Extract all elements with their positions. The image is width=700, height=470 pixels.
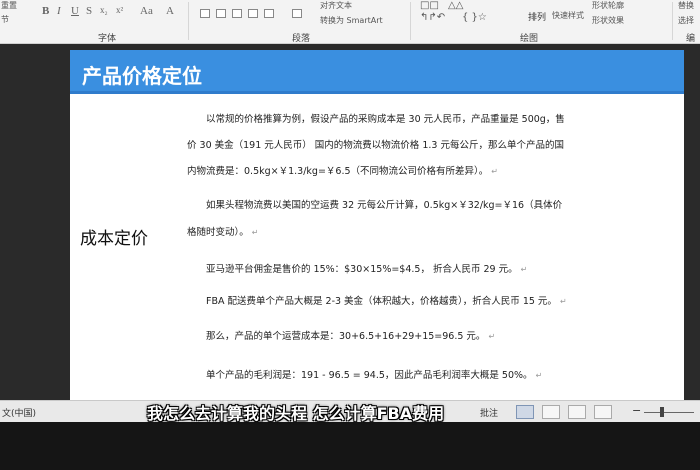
paragraph-line[interactable]: 内物流费是：0.5kg×￥1.3/kg=￥6.5（不同物流公司价格有所差异）。 … [187, 164, 498, 179]
return-mark: ↵ [251, 228, 259, 237]
slideshow-icon[interactable] [594, 405, 612, 419]
return-mark: ↵ [520, 265, 528, 274]
bold-button[interactable]: B [42, 5, 49, 17]
document-area: 产品价格定位 成本定价 以常规的价格推算为例，假设产品的采购成本是 30 元人民… [0, 44, 700, 400]
brace-shape-icon[interactable]: { }☆ [462, 12, 487, 23]
ribbon: 重置 节 B I U S x₂ x² Aa A 对齐文本 转换为 SmartAr… [0, 0, 700, 44]
group-label-font: 字体 [98, 34, 117, 44]
triangle-shape-icon[interactable]: △△ [448, 0, 463, 11]
zoom-slider-thumb[interactable] [660, 407, 664, 417]
video-caption: 我怎么去计算我的头程 怎么计算FBA费用 [147, 404, 445, 423]
section-button[interactable]: 节 [1, 14, 9, 25]
font-color-button[interactable]: A [166, 5, 174, 17]
group-label-edit: 编 [686, 34, 696, 44]
return-mark: ↵ [559, 297, 567, 306]
side-label[interactable]: 成本定价 [80, 224, 148, 249]
paragraph-line[interactable]: 亚马逊平台佣金是售价的 15%：$30×15%=$4.5， 折合人民币 29 元… [206, 262, 527, 277]
rectangle-shape-icon[interactable]: □□ [420, 0, 439, 11]
italic-button[interactable]: I [57, 5, 61, 17]
superscript-button[interactable]: x² [116, 5, 123, 15]
ribbon-divider [188, 2, 189, 40]
paragraph-line[interactable]: 价 30 美金（191 元人民币） 国内的物流费以物流价格 1.3 元每公斤，那… [187, 138, 564, 153]
normal-view-icon[interactable] [516, 405, 534, 419]
smartart-button[interactable]: 转换为 SmartArt [320, 15, 383, 26]
title-bar: 产品价格定位 [70, 50, 684, 94]
slide-page[interactable]: 产品价格定位 成本定价 以常规的价格推算为例，假设产品的采购成本是 30 元人民… [70, 50, 684, 400]
paragraph-line[interactable]: 单个产品的毛利润是：191 - 96.5 = 94.5，因此产品毛利润率大概是 … [206, 368, 542, 383]
reading-view-icon[interactable] [568, 405, 586, 419]
slide-sorter-icon[interactable] [542, 405, 560, 419]
bottom-backdrop [0, 422, 700, 470]
return-mark: ↵ [488, 332, 496, 341]
text-direction-icon[interactable] [292, 9, 302, 18]
shape-effect-button[interactable]: 形状效果 [592, 15, 624, 26]
quick-style-button[interactable]: 快速样式 [552, 10, 584, 21]
comments-button[interactable]: 批注 [480, 406, 498, 419]
zoom-slider-track[interactable] [644, 412, 694, 413]
paragraph-line[interactable]: 如果头程物流费以美国的空运费 32 元每公斤计算，0.5kg×￥32/kg=￥1… [206, 198, 562, 213]
paragraph-line[interactable]: FBA 配送费单个产品大概是 2-3 美金（体积越大，价格越贵），折合人民币 1… [206, 294, 567, 309]
group-label-paragraph: 段落 [292, 34, 311, 44]
paragraph-line[interactable]: 格随时变动）。 ↵ [187, 225, 259, 240]
group-label-drawing: 绘图 [520, 34, 539, 44]
paragraph-line[interactable]: 以常规的价格推算为例，假设产品的采购成本是 30 元人民币，产品重量是 500g… [206, 112, 565, 127]
replace-button[interactable]: 替换 [678, 0, 694, 11]
align-text-button[interactable]: 对齐文本 [320, 0, 352, 11]
columns-icon[interactable] [264, 9, 274, 18]
ribbon-divider [410, 2, 411, 40]
select-button[interactable]: 选择 [678, 15, 694, 26]
align-left-icon[interactable] [200, 9, 210, 18]
arrange-button[interactable]: 排列 [528, 10, 546, 23]
justify-icon[interactable] [248, 9, 258, 18]
shape-outline-button[interactable]: 形状轮廓 [592, 0, 624, 11]
return-mark: ↵ [535, 371, 543, 380]
font-size-button[interactable]: Aa [140, 5, 153, 17]
return-mark: ↵ [491, 167, 498, 176]
subscript-button[interactable]: x₂ [100, 5, 108, 15]
language-indicator[interactable]: 文(中国) [2, 406, 36, 419]
paragraph-line[interactable]: 那么，产品的单个运营成本是：30+6.5+16+29+15=96.5 元。 ↵ [206, 329, 495, 344]
reset-button[interactable]: 重置 [1, 0, 17, 11]
zoom-out-icon[interactable]: − [632, 404, 641, 417]
align-center-icon[interactable] [216, 9, 226, 18]
underline-button[interactable]: U [71, 5, 79, 17]
curve-shape-icon[interactable]: ↰↱↶ [420, 12, 445, 23]
ribbon-divider [672, 2, 673, 40]
shadow-button[interactable]: S [86, 5, 92, 17]
slide-title[interactable]: 产品价格定位 [82, 60, 202, 89]
align-right-icon[interactable] [232, 9, 242, 18]
